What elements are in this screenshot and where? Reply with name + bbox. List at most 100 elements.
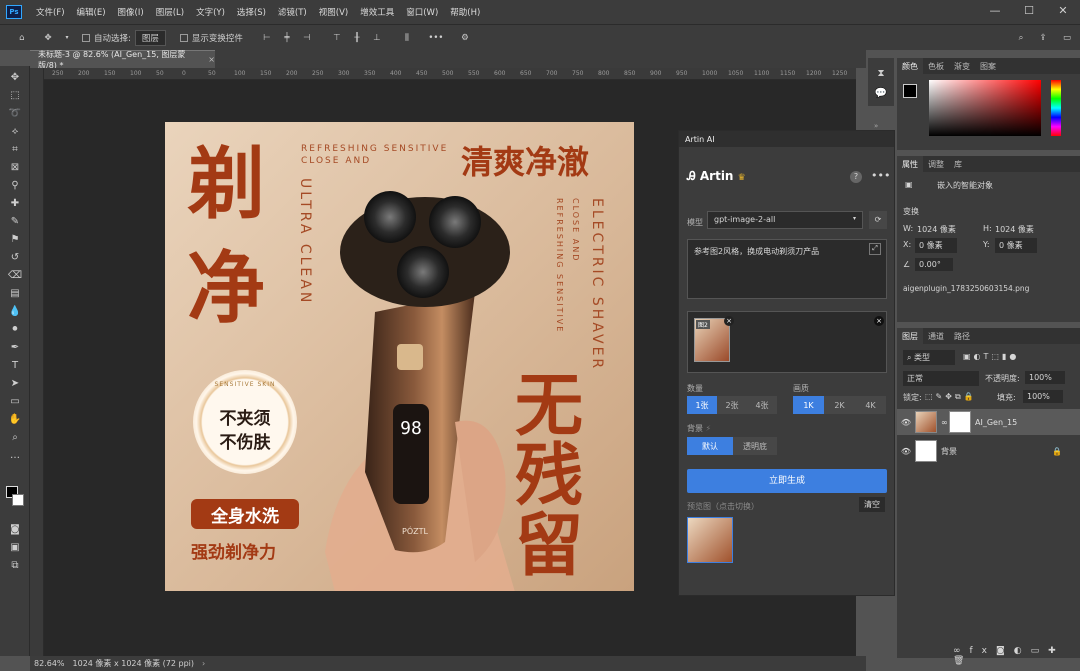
- menu-help[interactable]: 帮助(H): [444, 6, 486, 18]
- stamp-tool-icon[interactable]: ⚑: [7, 232, 23, 246]
- clear-button[interactable]: 清空: [859, 497, 885, 512]
- document-tab[interactable]: 未标题-3 @ 82.6% (AI_Gen_15, 图层蒙版/8) * ×: [30, 50, 215, 70]
- layer-mask-thumbnail[interactable]: [949, 411, 971, 433]
- eye-icon[interactable]: 👁: [897, 418, 915, 427]
- tab-channels[interactable]: 通道: [923, 331, 949, 342]
- fill-field[interactable]: 100%: [1023, 390, 1063, 403]
- layer-filter-icons[interactable]: ▣◐T⬚▮●: [963, 352, 1019, 361]
- res-option-1k[interactable]: 1K: [793, 396, 824, 414]
- close-tab-icon[interactable]: ×: [208, 55, 215, 64]
- layer-name[interactable]: AI_Gen_15: [975, 418, 1017, 427]
- menu-window[interactable]: 窗口(W): [400, 6, 444, 18]
- tab-adjustments[interactable]: 调整: [923, 159, 949, 170]
- zoom-tool-icon[interactable]: ⌕: [7, 430, 23, 444]
- blend-mode-dropdown[interactable]: 正常: [903, 371, 979, 386]
- frame-mode-icon[interactable]: ⧉: [7, 558, 23, 572]
- blur-tool-icon[interactable]: 💧: [7, 304, 23, 318]
- fg-bg-swatch[interactable]: [903, 84, 917, 98]
- tab-gradients[interactable]: 渐变: [949, 61, 975, 72]
- screen-mode-icon[interactable]: ▣: [7, 540, 23, 554]
- color-picker-field[interactable]: [929, 80, 1041, 136]
- layer-filter-dropdown[interactable]: ⌕ 类型: [903, 350, 955, 365]
- prompt-input[interactable]: 参考图2风格，换成电动剃须刀产品: [687, 239, 887, 299]
- move-tool-icon[interactable]: ✥: [36, 28, 60, 48]
- panel-collapse-icon[interactable]: »: [874, 122, 878, 130]
- horizontal-ruler[interactable]: 250 200 150 100 50 0 50 100 150 200 250 300 350 400 45…: [44, 68, 856, 80]
- tab-patterns[interactable]: 图案: [975, 61, 1001, 72]
- distribute-icon[interactable]: ⫼: [397, 28, 417, 48]
- marquee-tool-icon[interactable]: ⬚: [7, 88, 23, 102]
- preview-thumbnail[interactable]: [687, 517, 733, 563]
- help-icon[interactable]: ?: [850, 171, 862, 183]
- reference-images-area[interactable]: 图2 × ×: [687, 311, 887, 373]
- search-icon[interactable]: ⌕: [1010, 28, 1032, 48]
- tab-libraries[interactable]: 库: [949, 159, 967, 170]
- eraser-tool-icon[interactable]: ⌫: [7, 268, 23, 282]
- menu-edit[interactable]: 编辑(E): [71, 6, 112, 18]
- path-select-icon[interactable]: ➤: [7, 376, 23, 390]
- layer-row-background[interactable]: 👁 背景 🔒: [897, 438, 1080, 464]
- gear-icon[interactable]: ⚙: [453, 28, 477, 48]
- link-icon[interactable]: ∞: [941, 418, 949, 427]
- pen-tool-icon[interactable]: ✒: [7, 340, 23, 354]
- menu-filter[interactable]: 滤镜(T): [272, 6, 313, 18]
- opacity-field[interactable]: 100%: [1025, 371, 1065, 384]
- frame-tool-icon[interactable]: ⊠: [7, 160, 23, 174]
- show-transform-checkbox[interactable]: 显示变换控件: [179, 28, 243, 48]
- menu-image[interactable]: 图像(I): [112, 6, 150, 18]
- background-color[interactable]: [12, 494, 24, 506]
- minimize-button[interactable]: —: [978, 0, 1012, 20]
- chevron-right-icon[interactable]: ›: [202, 659, 205, 668]
- tab-properties[interactable]: 属性: [897, 156, 923, 172]
- align-bottom-icon[interactable]: ⊥: [367, 28, 387, 48]
- quick-mask-icon[interactable]: ◙: [7, 522, 23, 536]
- generate-button[interactable]: 立即生成: [687, 469, 887, 493]
- chevron-down-icon[interactable]: ▾: [60, 28, 74, 48]
- res-option-4k[interactable]: 4K: [855, 396, 886, 414]
- quick-select-tool-icon[interactable]: ⟡: [7, 124, 23, 138]
- h-value[interactable]: 1024 像素: [995, 224, 1034, 235]
- model-select[interactable]: gpt-image-2-all ▾: [707, 211, 863, 229]
- bg-option-transparent[interactable]: 透明底: [733, 437, 777, 455]
- comments-panel-icon[interactable]: 💬: [873, 86, 889, 100]
- lasso-tool-icon[interactable]: ➰: [7, 106, 23, 120]
- history-brush-icon[interactable]: ↺: [7, 250, 23, 264]
- layer-row-ai-gen[interactable]: 👁 ∞ AI_Gen_15: [897, 409, 1080, 435]
- workspace-icon[interactable]: ▭: [1054, 28, 1080, 48]
- gradient-tool-icon[interactable]: ▤: [7, 286, 23, 300]
- home-icon[interactable]: ⌂: [8, 28, 36, 48]
- menu-layer[interactable]: 图层(L): [150, 6, 190, 18]
- x-field[interactable]: 0 像素: [915, 238, 957, 253]
- hue-slider[interactable]: [1051, 80, 1061, 136]
- y-field[interactable]: 0 像素: [995, 238, 1037, 253]
- qty-option-4[interactable]: 4张: [747, 396, 777, 414]
- layer-name[interactable]: 背景: [941, 446, 957, 457]
- bg-option-default[interactable]: 默认: [687, 437, 733, 455]
- healing-tool-icon[interactable]: ✚: [7, 196, 23, 210]
- qty-option-2[interactable]: 2张: [717, 396, 747, 414]
- menu-file[interactable]: 文件(F): [30, 6, 71, 18]
- res-option-2k[interactable]: 2K: [824, 396, 855, 414]
- clear-references-icon[interactable]: ×: [874, 316, 884, 326]
- brush-tool-icon[interactable]: ✎: [7, 214, 23, 228]
- history-panel-icon[interactable]: ⧗: [873, 66, 889, 80]
- qty-option-1[interactable]: 1张: [687, 396, 717, 414]
- eye-icon[interactable]: 👁: [897, 447, 915, 456]
- tab-paths[interactable]: 路径: [949, 331, 975, 342]
- tab-swatches[interactable]: 色板: [923, 61, 949, 72]
- zoom-level[interactable]: 82.64%: [34, 659, 65, 668]
- tab-layers[interactable]: 图层: [897, 328, 923, 344]
- close-button[interactable]: ✕: [1046, 0, 1080, 20]
- hand-tool-icon[interactable]: ✋: [7, 412, 23, 426]
- layers-footer-icons[interactable]: ∞fx◙◐▭✚🗑: [953, 646, 1080, 666]
- more-icon[interactable]: •••: [871, 169, 890, 182]
- align-middle-icon[interactable]: ╫: [347, 28, 367, 48]
- crop-tool-icon[interactable]: ⌗: [7, 142, 23, 156]
- tab-color[interactable]: 颜色: [897, 58, 923, 74]
- auto-select-dropdown[interactable]: 图层: [134, 29, 166, 46]
- move-tool-icon[interactable]: ✥: [7, 70, 23, 84]
- artin-tab[interactable]: Artin AI: [679, 131, 894, 147]
- menu-plugins[interactable]: 增效工具: [354, 6, 400, 18]
- vertical-ruler[interactable]: [30, 68, 44, 656]
- type-tool-icon[interactable]: T: [7, 358, 23, 372]
